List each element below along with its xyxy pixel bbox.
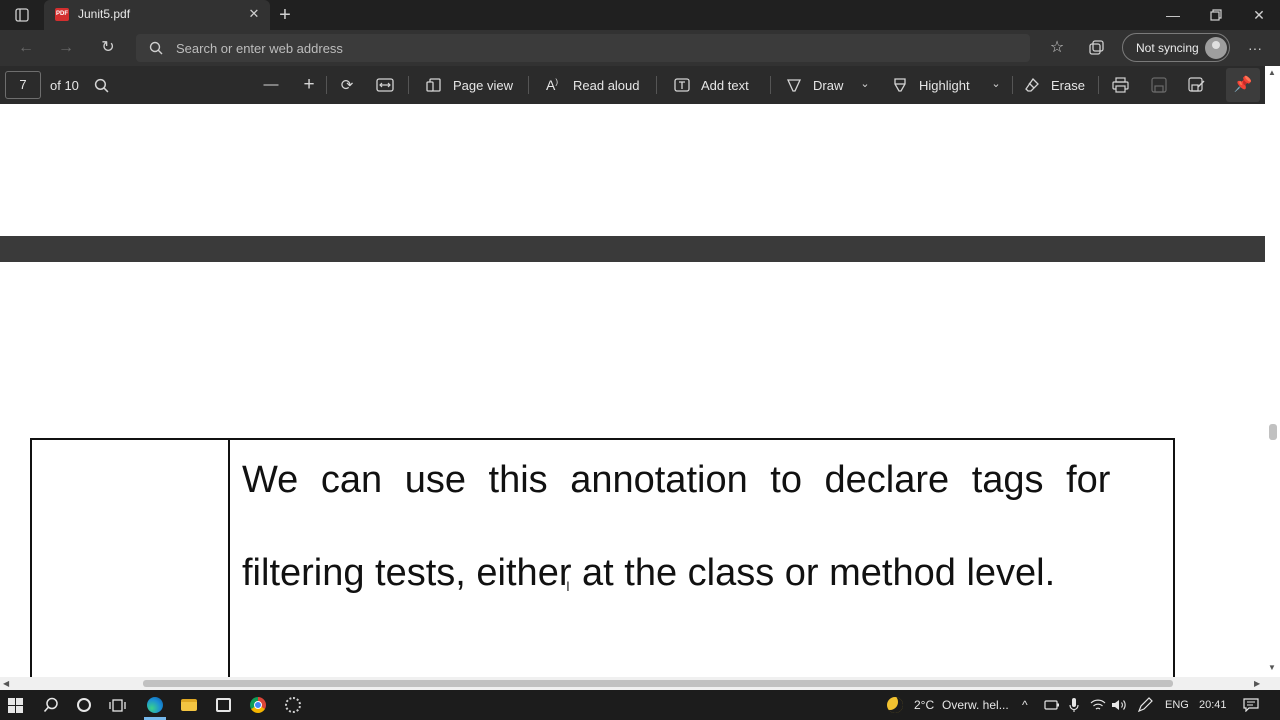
horizontal-scroll-thumb[interactable] [143,680,1173,687]
new-tab-button[interactable]: + [274,0,296,30]
document-text-line: filtering tests, either at the class or … [242,552,1056,594]
back-arrow-icon[interactable]: ← [14,30,38,66]
more-options-icon[interactable]: ··· [1242,30,1268,66]
microphone-icon[interactable] [1069,697,1079,713]
scroll-down-icon[interactable]: ▼ [1268,663,1276,672]
windows-start-icon[interactable] [8,698,23,713]
read-aloud-icon: A) [546,77,559,93]
toolbar-divider [528,76,529,94]
language-indicator[interactable]: ENG [1165,690,1189,720]
erase-label: Erase [1051,78,1085,93]
favorites-star-icon[interactable]: ☆ [1045,30,1069,66]
tab-junit5-pdf[interactable]: PDF Junit5.pdf ✕ [44,0,270,30]
fit-to-width-icon[interactable] [376,78,394,92]
refresh-icon[interactable]: ↻ [96,30,120,66]
zoom-out-icon[interactable]: — [260,76,282,93]
weather-moon-icon[interactable] [887,697,903,713]
chrome-icon[interactable] [250,697,266,713]
zoom-in-icon[interactable]: + [298,74,320,96]
edge-browser-icon[interactable] [147,697,163,713]
highlight-button[interactable]: Highlight [890,66,986,104]
toolbar-divider [326,76,327,94]
scroll-right-icon[interactable]: ▶ [1254,679,1260,688]
page-view-label: Page view [453,78,513,93]
weather-temperature[interactable]: 2°C [914,690,934,720]
draw-button[interactable]: Draw [784,66,848,104]
eraser-icon [1025,77,1039,92]
show-hidden-icons-chevron-icon[interactable]: ^ [1022,690,1028,720]
document-text-line: We can use this annotation to declare ta… [242,459,1111,501]
tab-close-icon[interactable]: ✕ [246,6,262,22]
wifi-icon[interactable] [1090,698,1106,712]
rotate-icon[interactable]: ⟳ [336,76,358,94]
tab-title: Junit5.pdf [78,7,131,21]
erase-button[interactable]: Erase [1022,66,1088,104]
toolbar-divider [1098,76,1099,94]
draw-options-chevron-icon[interactable]: ⌄ [854,77,876,90]
find-in-document-icon[interactable] [94,78,109,93]
pdf-file-icon: PDF [55,8,69,21]
toolbar-divider [656,76,657,94]
highlight-label: Highlight [919,78,970,93]
browser-title-bar: PDF Junit5.pdf ✕ + — ✕ [0,0,1280,30]
scroll-left-icon[interactable]: ◀ [3,679,9,688]
pen-workspace-icon[interactable] [1137,697,1153,713]
highlight-icon [894,78,906,92]
page-view-button[interactable]: Page view [424,66,520,104]
read-aloud-button[interactable]: A) Read aloud [544,66,644,104]
horizontal-scrollbar[interactable]: ◀ ▶ [0,677,1280,690]
toolbar-divider [1012,76,1013,94]
highlight-options-chevron-icon[interactable]: ⌄ [985,77,1007,90]
file-explorer-icon[interactable] [181,699,197,711]
page-number-input[interactable]: 7 [5,71,41,99]
windows-taskbar: 2°C Overw. hel... ^ ENG 20:41 [0,690,1280,720]
store-icon[interactable] [216,698,231,712]
add-text-label: Add text [701,78,749,93]
text-cursor-icon: I [566,578,570,594]
navigation-bar: ← → ↻ Search or enter web address ☆ Not … [0,30,1280,66]
add-text-icon [674,78,690,92]
task-view-icon[interactable] [109,698,126,713]
weather-description[interactable]: Overw. hel... [942,690,1009,720]
notification-center-icon[interactable] [1243,698,1259,712]
vertical-scroll-thumb[interactable] [1269,424,1277,440]
print-icon[interactable] [1112,77,1129,93]
volume-icon[interactable] [1111,698,1127,712]
pin-icon[interactable]: 📌 [1226,68,1260,102]
address-placeholder: Search or enter web address [176,41,343,56]
page-view-icon [426,78,441,92]
profile-sync-button[interactable]: Not syncing [1122,33,1230,62]
search-icon [149,41,163,55]
profile-avatar-icon [1205,37,1227,59]
pdf-document-viewport[interactable]: We can use this annotation to declare ta… [0,104,1265,677]
save-icon[interactable] [1151,77,1167,93]
page-total-label: of 10 [50,78,79,93]
table-column-divider [228,440,230,677]
clock-time[interactable]: 20:41 [1199,690,1227,720]
toolbar-divider [770,76,771,94]
search-icon[interactable] [43,697,59,713]
read-aloud-label: Read aloud [573,78,640,93]
add-text-button[interactable]: Add text [672,66,756,104]
page-separator [0,236,1265,262]
draw-label: Draw [813,78,844,93]
forward-arrow-icon[interactable]: → [54,30,78,66]
scroll-up-icon[interactable]: ▲ [1268,68,1276,77]
vertical-scrollbar[interactable]: ▲ ▼ [1265,66,1280,677]
toolbar-divider [408,76,409,94]
tab-actions-icon[interactable] [8,0,36,32]
sync-status-label: Not syncing [1136,41,1199,55]
draw-icon [786,79,802,92]
save-as-icon[interactable] [1188,77,1205,93]
cortana-icon[interactable] [77,698,91,712]
pdf-toolbar: 7 of 10 — + ⟳ Page view A) Read aloud Ad… [0,66,1280,104]
restore-button[interactable] [1203,0,1229,30]
collections-icon[interactable] [1087,39,1107,59]
minimize-button[interactable]: — [1160,0,1186,30]
close-window-button[interactable]: ✕ [1246,0,1272,30]
settings-app-icon[interactable] [285,697,301,713]
battery-icon[interactable] [1044,700,1060,710]
address-bar[interactable]: Search or enter web address [136,34,1030,62]
